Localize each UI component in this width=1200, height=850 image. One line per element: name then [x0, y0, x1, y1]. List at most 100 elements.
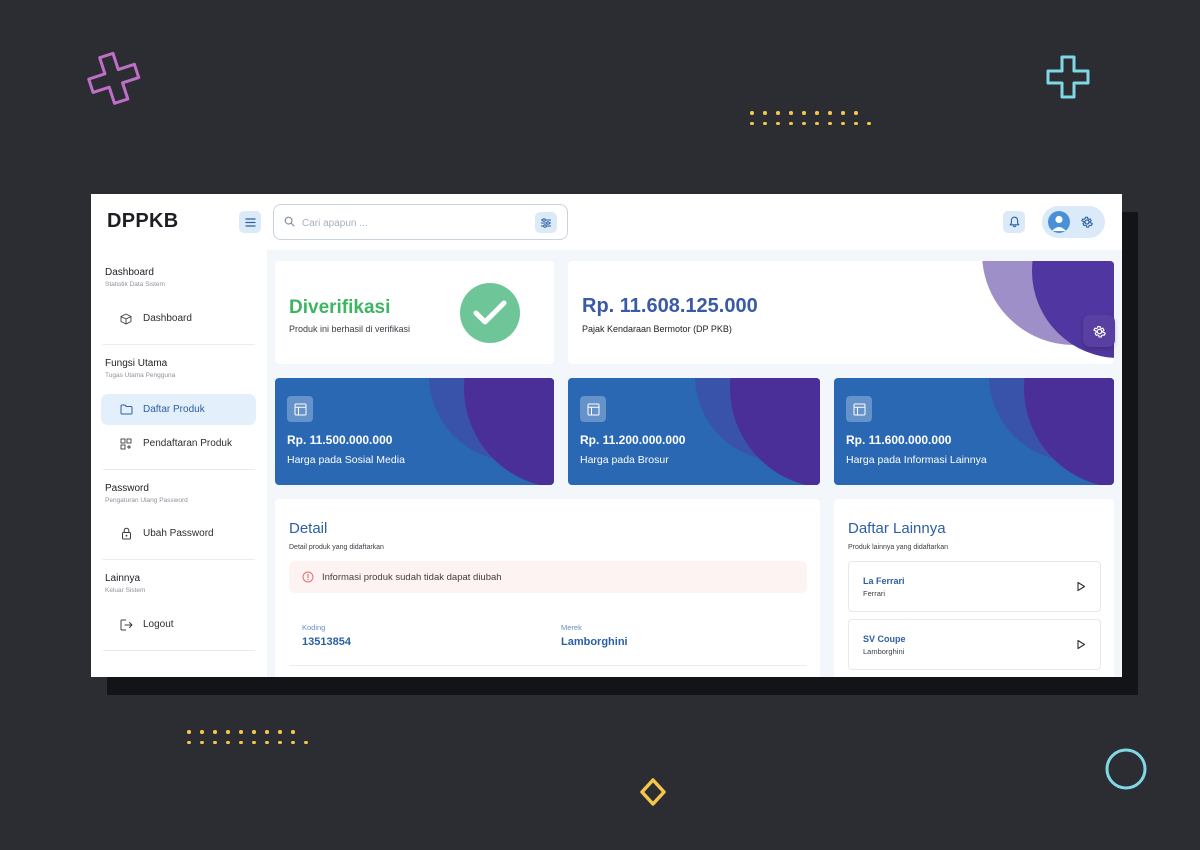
app-window: DPPKB Dashboard Statistik Data Sistem	[91, 194, 1122, 677]
search-box	[273, 204, 568, 240]
verification-title: Diverifikasi	[289, 297, 391, 318]
sidebar-item-label: Daftar Produk	[143, 404, 205, 415]
tax-amount: Rp. 11.608.125.000	[582, 295, 758, 317]
sidebar-group-subtitle: Statistik Data Sistem	[105, 281, 165, 288]
divider	[103, 344, 255, 345]
alert-circle-icon	[301, 571, 314, 584]
field-label: Koding	[302, 623, 326, 632]
sidebar-group-title: Dashboard	[105, 267, 154, 278]
settings-gear-icon[interactable]	[1080, 215, 1094, 229]
sidebar-item-product-registration[interactable]: Pendaftaran Produk	[101, 428, 256, 459]
field-value: 13513854	[302, 636, 351, 648]
price-label: Harga pada Sosial Media	[287, 454, 405, 466]
topbar: DPPKB	[91, 194, 1122, 250]
sidebar-group-subtitle: Tugas Utama Pengguna	[105, 372, 176, 379]
sidebar-group-title: Fungsi Utama	[105, 358, 168, 369]
detail-subtitle: Detail produk yang didaftarkan	[289, 544, 384, 551]
product-name: SV Coupe	[863, 634, 906, 644]
sidebar-item-label: Ubah Password	[143, 528, 214, 539]
sidebar-item-label: Logout	[143, 619, 174, 630]
grid-add-icon	[119, 437, 133, 451]
list-item[interactable]: SV Coupe Lamborghini	[848, 619, 1101, 670]
sidebar-group-password: Password Pengaturan Ulang Password	[105, 483, 257, 504]
sidebar-group-title: Password	[105, 483, 149, 494]
sidebar-group-title: Lainnya	[105, 573, 141, 584]
circle-decoration	[1105, 748, 1147, 790]
lock-icon	[119, 527, 133, 541]
sidebar-group-subtitle: Pengaturan Ulang Password	[105, 497, 188, 504]
bell-icon	[1009, 216, 1019, 228]
field-label: Merek	[561, 623, 582, 632]
notifications-button[interactable]	[1003, 211, 1025, 233]
sidebar-group-dashboard: Dashboard Statistik Data Sistem	[105, 267, 257, 288]
hamburger-menu-button[interactable]	[239, 211, 261, 233]
tax-card: Rp. 11.608.125.000 Pajak Kendaraan Bermo…	[568, 261, 1115, 364]
gear-icon	[1092, 325, 1106, 337]
price-label: Harga pada Brosur	[580, 454, 669, 466]
logout-icon	[119, 618, 133, 632]
other-products-title: Daftar Lainnya	[848, 520, 946, 537]
verification-card: Diverifikasi Produk ini berhasil di veri…	[275, 261, 554, 364]
table-icon	[846, 396, 872, 422]
divider	[289, 665, 807, 666]
plus-decoration-pink	[87, 51, 141, 105]
card-decoration-shape	[429, 378, 554, 485]
verification-subtitle: Produk ini berhasil di verifikasi	[289, 324, 411, 334]
brand-logo[interactable]: DPPKB	[107, 210, 179, 233]
sidebar-item-logout[interactable]: Logout	[101, 609, 256, 640]
sidebar-group-main-functions: Fungsi Utama Tugas Utama Pengguna	[105, 358, 257, 379]
play-icon[interactable]	[1076, 581, 1086, 592]
field-brand: Merek Lamborghini	[561, 623, 628, 648]
search-input[interactable]	[302, 214, 522, 232]
search-icon	[284, 216, 295, 227]
hamburger-icon	[244, 217, 256, 227]
list-item[interactable]: La Ferrari Ferrari	[848, 561, 1101, 612]
field-value: Lamborghini	[561, 636, 628, 648]
sidebar-item-label: Dashboard	[143, 313, 192, 324]
price-card-brochure: Rp. 11.200.000.000 Harga pada Brosur	[568, 378, 820, 485]
price-amount: Rp. 11.500.000.000	[287, 433, 393, 447]
product-brand: Ferrari	[863, 589, 886, 598]
price-amount: Rp. 11.600.000.000	[846, 433, 952, 447]
other-products-card: Daftar Lainnya Produk lainnya yang didaf…	[834, 499, 1114, 677]
sidebar: Dashboard Statistik Data Sistem Dashboar…	[91, 250, 267, 677]
sidebar-group-subtitle: Keluar Sistem	[105, 587, 146, 594]
user-icon	[1052, 215, 1066, 231]
sidebar-item-label: Pendaftaran Produk	[143, 438, 232, 449]
card-decoration-shape	[982, 261, 1114, 358]
sidebar-item-dashboard[interactable]: Dashboard	[101, 303, 256, 334]
info-alert: Informasi produk sudah tidak dapat diuba…	[289, 561, 807, 593]
tax-label: Pajak Kendaraan Bermotor (DP PKB)	[582, 324, 732, 334]
cube-icon	[119, 312, 133, 326]
dots-decoration-bottom	[187, 730, 310, 744]
sidebar-group-others: Lainnya Keluar Sistem	[105, 573, 257, 594]
card-settings-button[interactable]	[1083, 315, 1115, 347]
dots-decoration-top	[750, 111, 873, 125]
diamond-decoration	[640, 778, 666, 806]
divider	[103, 559, 255, 560]
price-card-other-info: Rp. 11.600.000.000 Harga pada Informasi …	[834, 378, 1114, 485]
detail-title: Detail	[289, 520, 328, 537]
field-code: Koding 13513854	[302, 623, 351, 648]
sidebar-item-product-list[interactable]: Daftar Produk	[101, 394, 256, 425]
divider	[103, 650, 255, 651]
divider	[103, 469, 255, 470]
other-products-subtitle: Produk lainnya yang didaftarkan	[848, 544, 949, 551]
play-icon[interactable]	[1076, 639, 1086, 650]
sidebar-item-change-password[interactable]: Ubah Password	[101, 518, 256, 549]
product-name: La Ferrari	[863, 576, 905, 586]
plus-decoration-cyan	[1046, 55, 1090, 99]
folder-icon	[119, 403, 133, 417]
price-label: Harga pada Informasi Lainnya	[846, 454, 987, 466]
user-menu[interactable]	[1042, 206, 1105, 238]
price-card-social-media: Rp. 11.500.000.000 Harga pada Sosial Med…	[275, 378, 554, 485]
card-decoration-shape	[695, 378, 820, 485]
filter-button[interactable]	[535, 212, 557, 233]
verified-check-icon	[460, 283, 520, 343]
avatar[interactable]	[1048, 211, 1070, 233]
product-brand: Lamborghini	[863, 647, 905, 656]
table-icon	[287, 396, 313, 422]
alert-text: Informasi produk sudah tidak dapat diuba…	[322, 571, 502, 583]
price-amount: Rp. 11.200.000.000	[580, 433, 686, 447]
card-decoration-shape	[989, 378, 1114, 485]
